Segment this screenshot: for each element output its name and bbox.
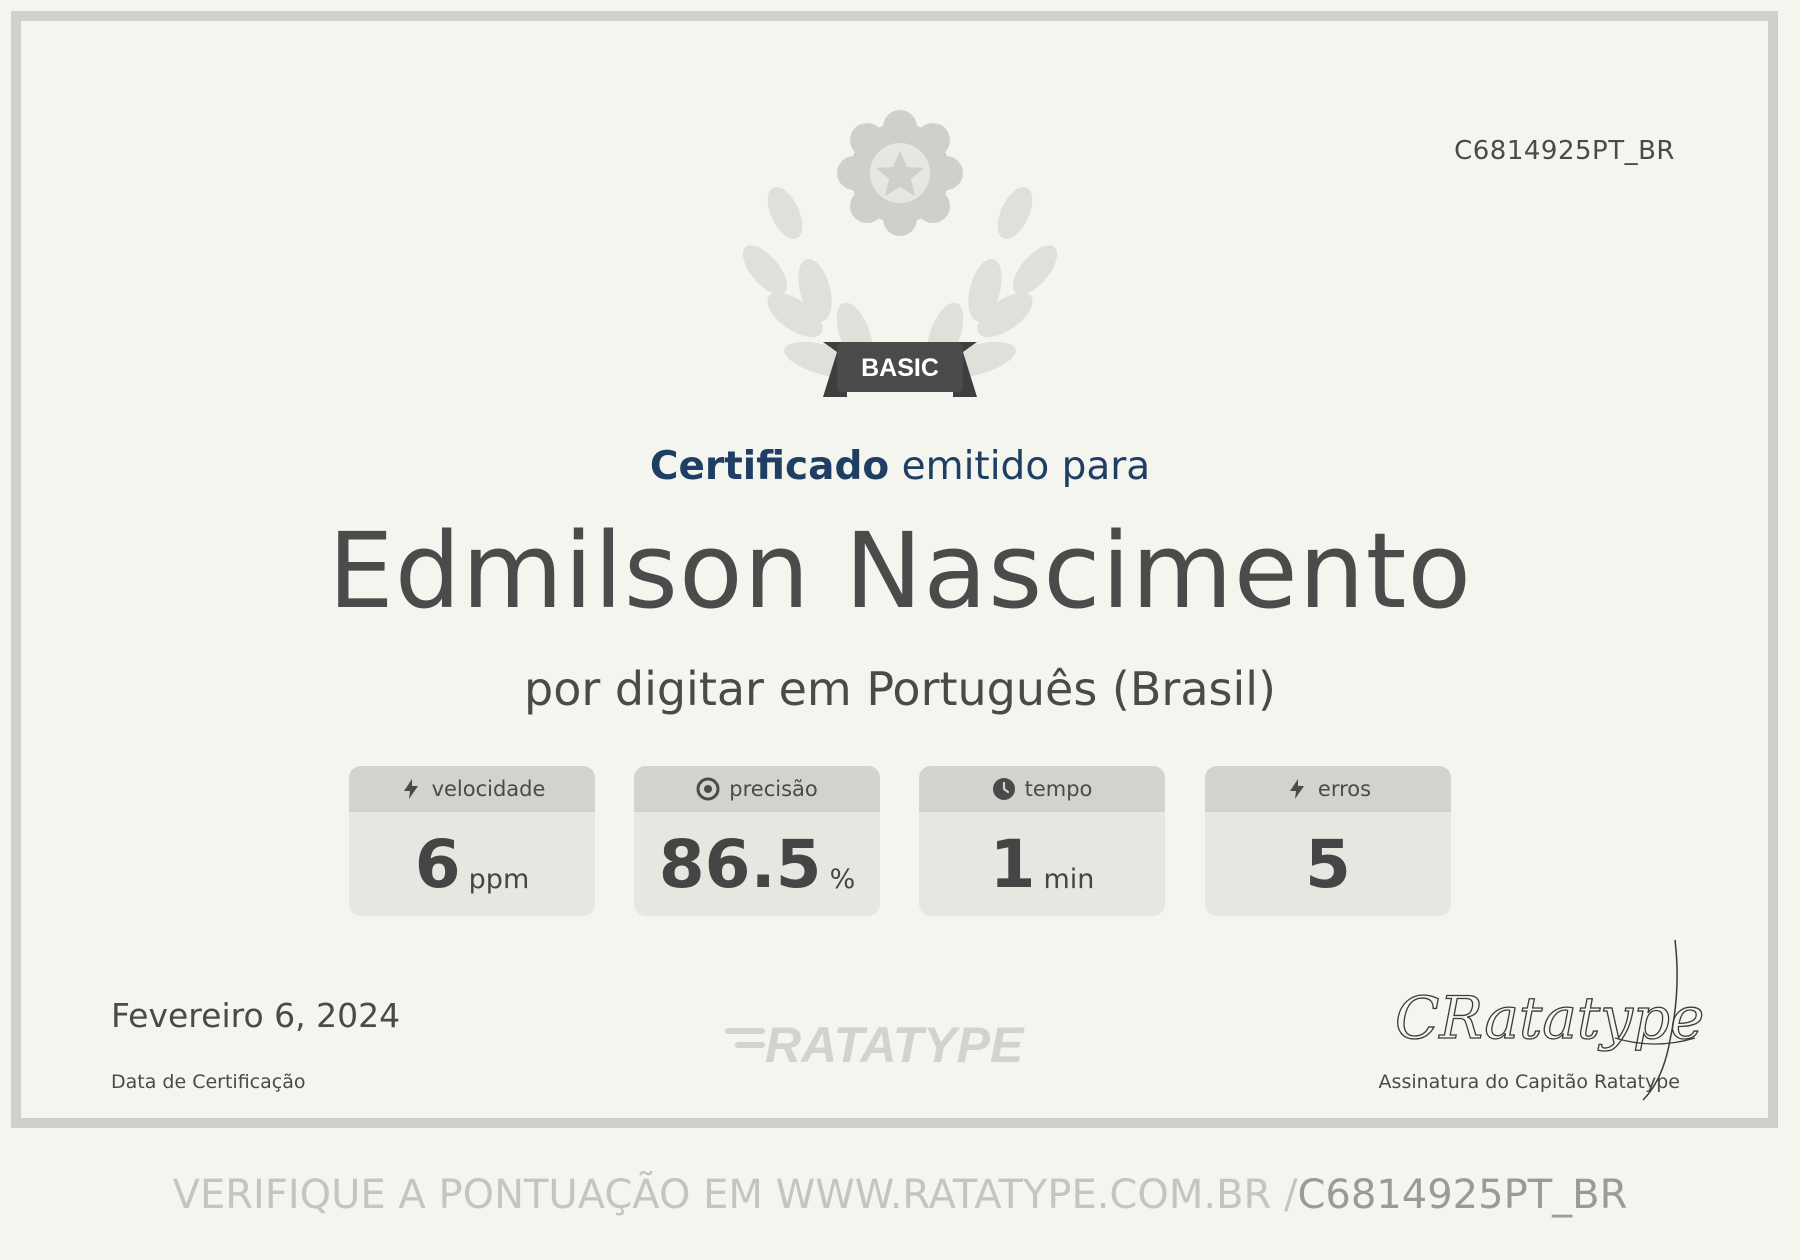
stat-label: precisão: [729, 777, 818, 801]
heading-bold: Certificado: [649, 444, 890, 489]
stat-label: tempo: [1024, 777, 1093, 801]
stat-speed: velocidade 6 ppm: [349, 766, 595, 916]
target-icon: [696, 777, 720, 801]
seal-icon: [837, 110, 963, 236]
stat-label: erros: [1317, 777, 1372, 801]
stat-value: 6: [414, 825, 461, 903]
heading-rest: emitido para: [901, 444, 1151, 489]
stat-errors: erros 5: [1205, 766, 1451, 916]
stat-unit: %: [829, 863, 856, 895]
verify-prefix: VERIFIQUE A PONTUAÇÃO EM WWW.RATATYPE.CO…: [172, 1172, 1298, 1218]
bolt-icon: [1289, 779, 1304, 799]
stat-label: velocidade: [431, 777, 546, 801]
certification-date-label: Data de Certificação: [111, 1071, 306, 1093]
certificate-heading: Certificado emitido para: [0, 444, 1800, 489]
bolt-icon: [403, 779, 418, 799]
recipient-name: Edmilson Nascimento: [327, 510, 1472, 632]
ratatype-logo: RATATYPE: [725, 1018, 1025, 1068]
stat-value: 5: [1305, 825, 1351, 903]
stat-value: 1: [989, 825, 1036, 903]
verify-code[interactable]: C6814925PT_BR: [1298, 1172, 1628, 1218]
certificate-subtitle: por digitar em Português (Brasil): [524, 662, 1276, 716]
badge-label: BASIC: [861, 354, 939, 382]
stat-accuracy: precisão 86.5 %: [634, 766, 880, 916]
certification-date: Fevereiro 6, 2024: [111, 996, 401, 1035]
stat-unit: ppm: [468, 863, 530, 895]
stat-time: tempo 1 min: [919, 766, 1165, 916]
signature-script: CRatatype-fé: [1395, 984, 1705, 1052]
laurel-emblem: BASIC: [742, 110, 1058, 397]
clock-icon: [992, 778, 1015, 800]
stats-row: velocidade 6 ppm precisão 86.5 % tempo 1…: [349, 766, 1451, 918]
certificate-id: C6814925PT_BR: [1454, 136, 1675, 166]
stat-unit: min: [1043, 863, 1095, 895]
badge-ribbon: BASIC: [823, 342, 977, 397]
signature-label: Assinatura do Capitão Ratatype: [1378, 1071, 1680, 1093]
verify-banner: VERIFIQUE A PONTUAÇÃO EM WWW.RATATYPE.CO…: [0, 1172, 1800, 1218]
stat-value: 86.5: [658, 825, 822, 903]
logo-wordmark: RATATYPE: [765, 1018, 1025, 1068]
